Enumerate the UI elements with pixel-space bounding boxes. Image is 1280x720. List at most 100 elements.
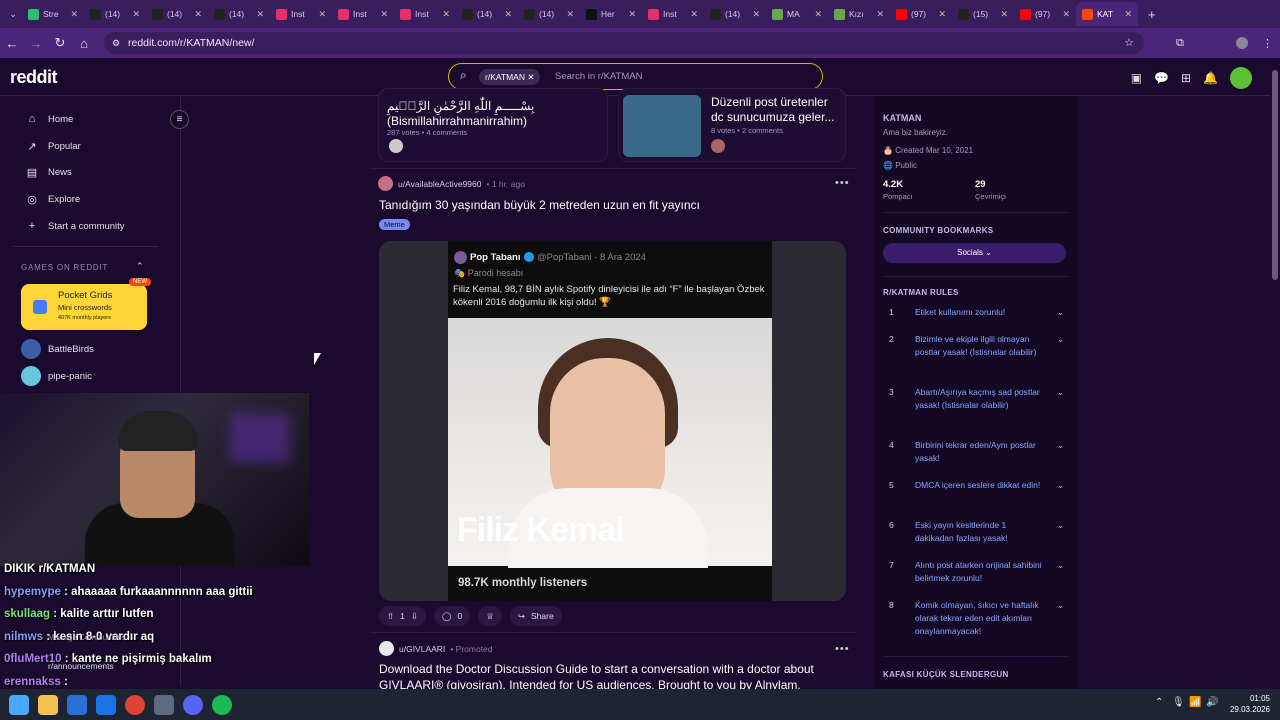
home-icon[interactable]: ⌂: [72, 36, 96, 51]
nav-news[interactable]: ▤ News: [26, 163, 72, 181]
chevron-down-icon[interactable]: ⌄: [1057, 333, 1064, 346]
socials-dropdown[interactable]: Socials ⌄: [883, 243, 1066, 263]
browser-tab[interactable]: Her ✕: [580, 2, 642, 26]
game-pipe-panic[interactable]: pipe-panic: [21, 366, 92, 386]
chevron-down-icon[interactable]: ⌄: [1057, 386, 1064, 399]
tab-close-icon[interactable]: ✕: [504, 9, 512, 20]
reload-icon[interactable]: ↻: [48, 35, 72, 51]
chevron-down-icon[interactable]: ⌄: [1057, 439, 1064, 452]
url-field[interactable]: ⚙ reddit.com/r/KATMAN/new/ ☆: [104, 32, 1144, 54]
extensions-icon[interactable]: ⧉: [1176, 37, 1184, 50]
browser-tab[interactable]: Inst ✕: [394, 2, 456, 26]
store-icon[interactable]: [67, 694, 87, 715]
tab-close-icon[interactable]: ✕: [132, 9, 140, 20]
chat-icon[interactable]: 💬: [1154, 71, 1169, 85]
post-title[interactable]: Tanıdığım 30 yaşından büyük 2 metreden u…: [379, 198, 700, 212]
author-avatar[interactable]: [378, 176, 393, 191]
tab-close-icon[interactable]: ✕: [690, 9, 698, 20]
chevron-down-icon[interactable]: ⌄: [1057, 519, 1064, 532]
highlight-card-1[interactable]: بِسْـــــمِ اللّٰهِ الرَّحْمٰنِ الرَّح۪ي…: [378, 88, 608, 162]
chevron-down-icon[interactable]: ⌄: [1057, 559, 1064, 572]
promoted-avatar[interactable]: [379, 641, 394, 656]
tab-close-icon[interactable]: ✕: [1000, 9, 1008, 20]
browser-tab[interactable]: Kızı ✕: [828, 2, 890, 26]
browser-tab[interactable]: Stre ✕: [22, 2, 84, 26]
mic-icon[interactable]: 🎙: [1172, 697, 1185, 708]
comments-button[interactable]: ◯ 0: [433, 606, 471, 626]
tab-close-icon[interactable]: ✕: [256, 9, 264, 20]
ads-icon[interactable]: ▣: [1131, 71, 1142, 85]
create-post-icon[interactable]: ⊞: [1181, 71, 1191, 85]
chevron-down-icon[interactable]: ⌄: [1057, 479, 1064, 492]
highlight-card-2[interactable]: Düzenli post üretenler dc sunucumuza gel…: [618, 88, 846, 162]
announcements-link[interactable]: r/announcements: [48, 661, 114, 671]
promoted-overflow-icon[interactable]: •••: [835, 643, 850, 655]
browser-tab[interactable]: MA ✕: [766, 2, 828, 26]
games-header[interactable]: GAMES ON REDDIT: [21, 263, 108, 272]
search-input[interactable]: Search in r/KATMAN: [555, 64, 642, 89]
tab-close-icon[interactable]: ✕: [1124, 9, 1132, 20]
downvote-icon[interactable]: ⇩: [411, 611, 418, 622]
steam-icon[interactable]: [154, 694, 174, 715]
tab-close-icon[interactable]: ✕: [442, 9, 450, 20]
start-icon[interactable]: [9, 694, 29, 715]
manage-communities-link[interactable]: Manage Communities: [48, 633, 126, 642]
share-button[interactable]: ↪ Share: [509, 606, 562, 626]
chevron-down-icon[interactable]: ⌄: [1057, 599, 1064, 612]
browser-tab[interactable]: (14) ✕: [704, 2, 766, 26]
discord-icon[interactable]: [183, 694, 203, 715]
browser-tab[interactable]: (14) ✕: [518, 2, 580, 26]
profile-icon[interactable]: [1236, 37, 1248, 49]
bookmark-star-icon[interactable]: ☆: [1124, 32, 1134, 54]
award-button[interactable]: ♕: [478, 606, 502, 626]
file-explorer-icon[interactable]: [38, 694, 58, 715]
tab-close-icon[interactable]: ✕: [876, 9, 884, 20]
upvote-icon[interactable]: ⇧: [387, 611, 394, 622]
volume-icon[interactable]: 🔊: [1206, 697, 1218, 708]
browser-tab[interactable]: Inst ✕: [332, 2, 394, 26]
site-info-icon[interactable]: ⚙: [112, 32, 120, 54]
tab-close-icon[interactable]: ✕: [194, 9, 202, 20]
chevron-down-icon[interactable]: ⌄: [1057, 306, 1064, 319]
forward-icon[interactable]: →: [24, 36, 48, 51]
menu-icon[interactable]: ⋮: [1262, 37, 1273, 50]
post-overflow-icon[interactable]: •••: [835, 177, 850, 189]
taskbar-clock[interactable]: 01:05 29.03.2026: [1230, 693, 1270, 715]
search-bar[interactable]: ⌕ r/KATMAN ✕ Search in r/KATMAN: [448, 63, 823, 90]
browser-tab[interactable]: (14) ✕: [456, 2, 518, 26]
notifications-icon[interactable]: 🔔: [1203, 71, 1218, 85]
browser-tab[interactable]: (97) ✕: [890, 2, 952, 26]
new-tab-icon[interactable]: +: [1148, 7, 1156, 22]
nav-start-community[interactable]: + Start a community: [26, 217, 125, 235]
tray-chevron-icon[interactable]: ⌃: [1155, 697, 1163, 708]
network-icon[interactable]: 📶: [1189, 697, 1201, 708]
back-icon[interactable]: ←: [0, 36, 24, 51]
post-author[interactable]: u/AvailableActive9960: [398, 179, 482, 189]
tab-close-icon[interactable]: ✕: [1062, 9, 1070, 20]
nav-popular[interactable]: ↗ Popular: [26, 137, 80, 155]
community-chip[interactable]: r/KATMAN ✕: [479, 69, 541, 85]
tab-close-icon[interactable]: ✕: [318, 9, 326, 20]
user-avatar[interactable]: [1230, 67, 1252, 89]
tab-close-icon[interactable]: ✕: [814, 9, 822, 20]
page-scrollbar[interactable]: [1270, 58, 1280, 689]
browser-tab[interactable]: (15) ✕: [952, 2, 1014, 26]
promoted-author[interactable]: u/GIVLAARI: [399, 644, 445, 654]
chevron-up-icon[interactable]: ⌃: [136, 261, 144, 272]
tab-close-icon[interactable]: ✕: [752, 9, 760, 20]
browser-tab[interactable]: (14) ✕: [208, 2, 270, 26]
outlook-icon[interactable]: [96, 694, 116, 715]
post-flair[interactable]: Meme: [379, 219, 410, 230]
browser-tab[interactable]: (14) ✕: [146, 2, 208, 26]
browser-tab[interactable]: (97) ✕: [1014, 2, 1076, 26]
post-image[interactable]: Pop Tabanı @PopTabani · 8 Ara 2024 🎭 Par…: [379, 241, 846, 601]
collapse-sidebar-icon[interactable]: ≡: [170, 110, 189, 129]
tab-close-icon[interactable]: ✕: [380, 9, 388, 20]
game-battlebirds[interactable]: BattleBirds: [21, 339, 94, 359]
tab-close-icon[interactable]: ✕: [628, 9, 636, 20]
browser-tab[interactable]: Inst ✕: [642, 2, 704, 26]
scrollbar-thumb[interactable]: [1272, 70, 1278, 280]
tab-close-icon[interactable]: ✕: [70, 9, 78, 20]
pocket-grids-card[interactable]: Pocket Grids Mini crosswords 407K monthl…: [21, 278, 151, 330]
browser-tab[interactable]: Inst ✕: [270, 2, 332, 26]
